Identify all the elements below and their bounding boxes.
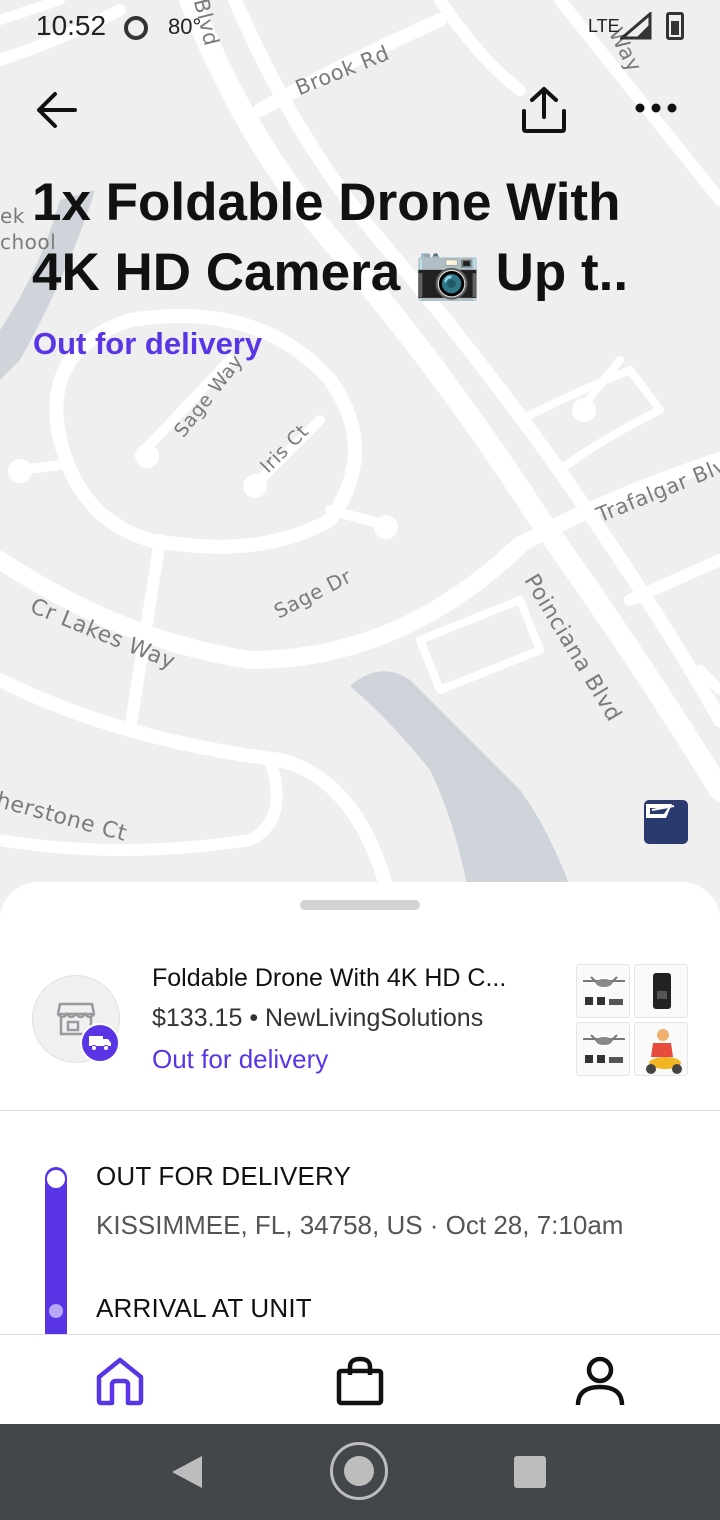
usps-icon[interactable] <box>644 800 688 844</box>
page-status: Out for delivery <box>33 326 263 361</box>
timeline-dot-current <box>47 1170 65 1188</box>
nav-home[interactable] <box>84 1349 156 1413</box>
timeline-event-detail: KISSIMMEE, FL, 34758, US · Oct 28, 7:10a… <box>96 1210 624 1240</box>
system-home-icon[interactable] <box>330 1442 388 1500</box>
more-horizontal-icon <box>635 103 677 113</box>
status-temperature: 80° <box>168 14 202 39</box>
map-roads <box>0 0 720 900</box>
bottom-nav <box>0 1334 720 1424</box>
order-product-name: Foldable Drone With 4K HD C... <box>152 964 507 992</box>
tracking-sheet[interactable]: Foldable Drone With 4K HD C... $133.15 •… <box>0 882 720 1342</box>
notification-icon <box>124 16 148 40</box>
map-label-ek: ek <box>0 204 25 228</box>
status-network: LTE <box>588 16 620 36</box>
signal-icon <box>620 12 652 40</box>
order-price-seller: $133.15 • NewLivingSolutions <box>152 1004 484 1032</box>
timeline-dot <box>49 1304 63 1318</box>
nav-orders[interactable] <box>324 1349 396 1413</box>
product-thumbnails[interactable] <box>576 964 688 1076</box>
timeline-event-title: OUT FOR DELIVERY <box>96 1161 352 1191</box>
profile-icon <box>575 1356 625 1406</box>
system-nav <box>0 1424 720 1520</box>
more-button[interactable] <box>626 80 686 136</box>
back-button[interactable] <box>26 82 86 138</box>
tracking-timeline: OUT FOR DELIVERY KISSIMMEE, FL, 34758, U… <box>0 1111 720 1342</box>
system-recents-icon[interactable] <box>514 1456 546 1488</box>
order-status: Out for delivery <box>152 1044 329 1074</box>
delivery-truck-icon <box>80 1023 120 1063</box>
arrow-left-icon <box>37 92 77 128</box>
drag-handle[interactable] <box>300 900 420 910</box>
product-thumbnail <box>634 964 688 1018</box>
map[interactable]: Brook Rd Blvd Way ek chool Sage Way Iris… <box>0 0 720 900</box>
order-summary[interactable]: Foldable Drone With 4K HD C... $133.15 •… <box>0 942 720 1110</box>
page-title: 1x Foldable Drone With 4K HD Camera 📷 Up… <box>32 173 629 302</box>
share-button[interactable] <box>510 78 578 142</box>
status-time: 10:52 <box>36 10 107 41</box>
system-back-icon[interactable] <box>170 1454 204 1490</box>
product-thumbnail <box>634 1022 688 1076</box>
home-icon <box>96 1357 144 1406</box>
shopping-bag-icon <box>336 1356 384 1406</box>
share-icon <box>522 87 566 133</box>
product-thumbnail <box>576 964 630 1018</box>
battery-icon <box>666 12 684 40</box>
product-thumbnail <box>576 1022 630 1076</box>
status-bar: 10:52 80° LTE <box>0 0 720 56</box>
timeline-event-title: ARRIVAL AT UNIT <box>96 1293 312 1323</box>
nav-profile[interactable] <box>564 1349 636 1413</box>
